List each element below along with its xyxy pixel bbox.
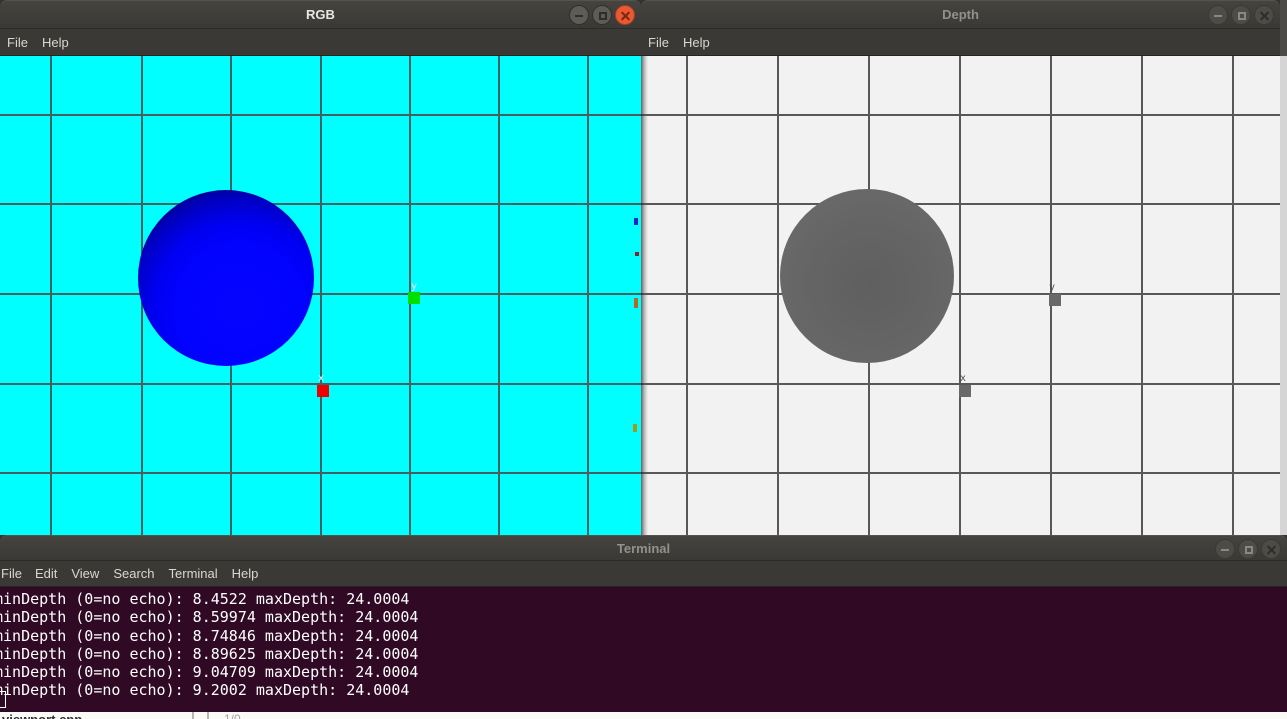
editor-pager: 1/0 (224, 712, 241, 719)
x-axis-label: x (956, 373, 970, 384)
terminal-text: minDepth (0=no echo): 8.4522 maxDepth: 2… (0, 590, 1287, 700)
terminal-line: minDepth (0=no echo): 8.74846 maxDepth: … (0, 627, 1287, 645)
background-editor-strip: viewport.cpp 1/0 (0, 712, 1287, 719)
depth-window: Depth File Help y x (641, 0, 1280, 535)
x-axis-marker (317, 385, 329, 397)
menu-terminal[interactable]: Terminal (162, 566, 225, 581)
rgb-viewport[interactable]: y x (0, 56, 641, 535)
menu-view[interactable]: View (64, 566, 106, 581)
terminal-window: Terminal File Edit View Search Terminal … (0, 535, 1287, 712)
depth-menubar: File Help (641, 29, 1280, 56)
menu-file[interactable]: File (0, 35, 35, 50)
menu-help[interactable]: Help (35, 35, 76, 50)
close-button[interactable] (1254, 5, 1274, 25)
x-axis-label: x (314, 373, 328, 384)
terminal-menubar: File Edit View Search Terminal Help (0, 561, 1287, 587)
y-axis-marker (408, 292, 420, 304)
rgb-menubar: File Help (0, 29, 641, 56)
maximize-icon (1245, 546, 1253, 554)
depth-window-title: Depth (641, 7, 1280, 22)
depth-sphere (780, 189, 954, 363)
terminal-titlebar[interactable]: Terminal (0, 535, 1287, 561)
menu-help[interactable]: Help (676, 35, 717, 50)
minimize-button[interactable] (569, 5, 589, 25)
desktop: RGB File Help y x Depth (0, 0, 1287, 719)
menu-edit[interactable]: Edit (28, 566, 64, 581)
terminal-line: minDepth (0=no echo): 8.4522 maxDepth: 2… (0, 590, 1287, 608)
terminal-line: minDepth (0=no echo): 8.89625 maxDepth: … (0, 645, 1287, 663)
y-axis-label: y (407, 281, 421, 292)
rgb-window: RGB File Help y x (0, 0, 641, 535)
menu-file[interactable]: File (0, 566, 28, 581)
window-edge-shadow (641, 56, 648, 535)
maximize-icon (1238, 12, 1246, 20)
editor-tick (207, 712, 209, 719)
terminal-window-title: Terminal (0, 541, 1287, 556)
maximize-button[interactable] (1231, 5, 1251, 25)
close-button[interactable] (615, 5, 635, 25)
rgb-sphere (138, 190, 314, 366)
minimize-button[interactable] (1215, 539, 1235, 559)
clipped-marker-speck (633, 424, 637, 432)
y-axis-label: y (1045, 282, 1059, 293)
terminal-line: minDepth (0=no echo): 9.04709 maxDepth: … (0, 663, 1287, 681)
maximize-icon (599, 12, 607, 20)
desktop-edge-strip (1280, 0, 1287, 535)
clipped-marker-speck (634, 218, 638, 225)
terminal-line: minDepth (0=no echo): 8.59974 maxDepth: … (0, 608, 1287, 626)
menu-help[interactable]: Help (225, 566, 266, 581)
minimize-icon (1221, 549, 1229, 551)
clipped-marker-speck (634, 298, 638, 308)
clipped-marker-speck (635, 252, 639, 256)
minimize-button[interactable] (1208, 5, 1228, 25)
close-button[interactable] (1261, 539, 1281, 559)
maximize-button[interactable] (1238, 539, 1258, 559)
editor-filename: viewport.cpp (2, 712, 82, 719)
menu-search[interactable]: Search (106, 566, 161, 581)
x-axis-marker (959, 385, 971, 397)
rgb-titlebar[interactable]: RGB (0, 0, 641, 29)
depth-titlebar[interactable]: Depth (641, 0, 1280, 29)
editor-tick (192, 712, 194, 719)
rgb-window-title: RGB (0, 7, 641, 22)
minimize-icon (575, 15, 583, 17)
depth-viewport[interactable]: y x (641, 56, 1280, 535)
maximize-button[interactable] (592, 5, 612, 25)
terminal-line: minDepth (0=no echo): 9.2002 maxDepth: 2… (0, 681, 1287, 699)
y-axis-marker (1049, 294, 1061, 306)
terminal-output[interactable]: minDepth (0=no echo): 8.4522 maxDepth: 2… (0, 587, 1287, 712)
menu-file[interactable]: File (641, 35, 676, 50)
terminal-cursor (0, 691, 6, 708)
minimize-icon (1214, 15, 1222, 17)
